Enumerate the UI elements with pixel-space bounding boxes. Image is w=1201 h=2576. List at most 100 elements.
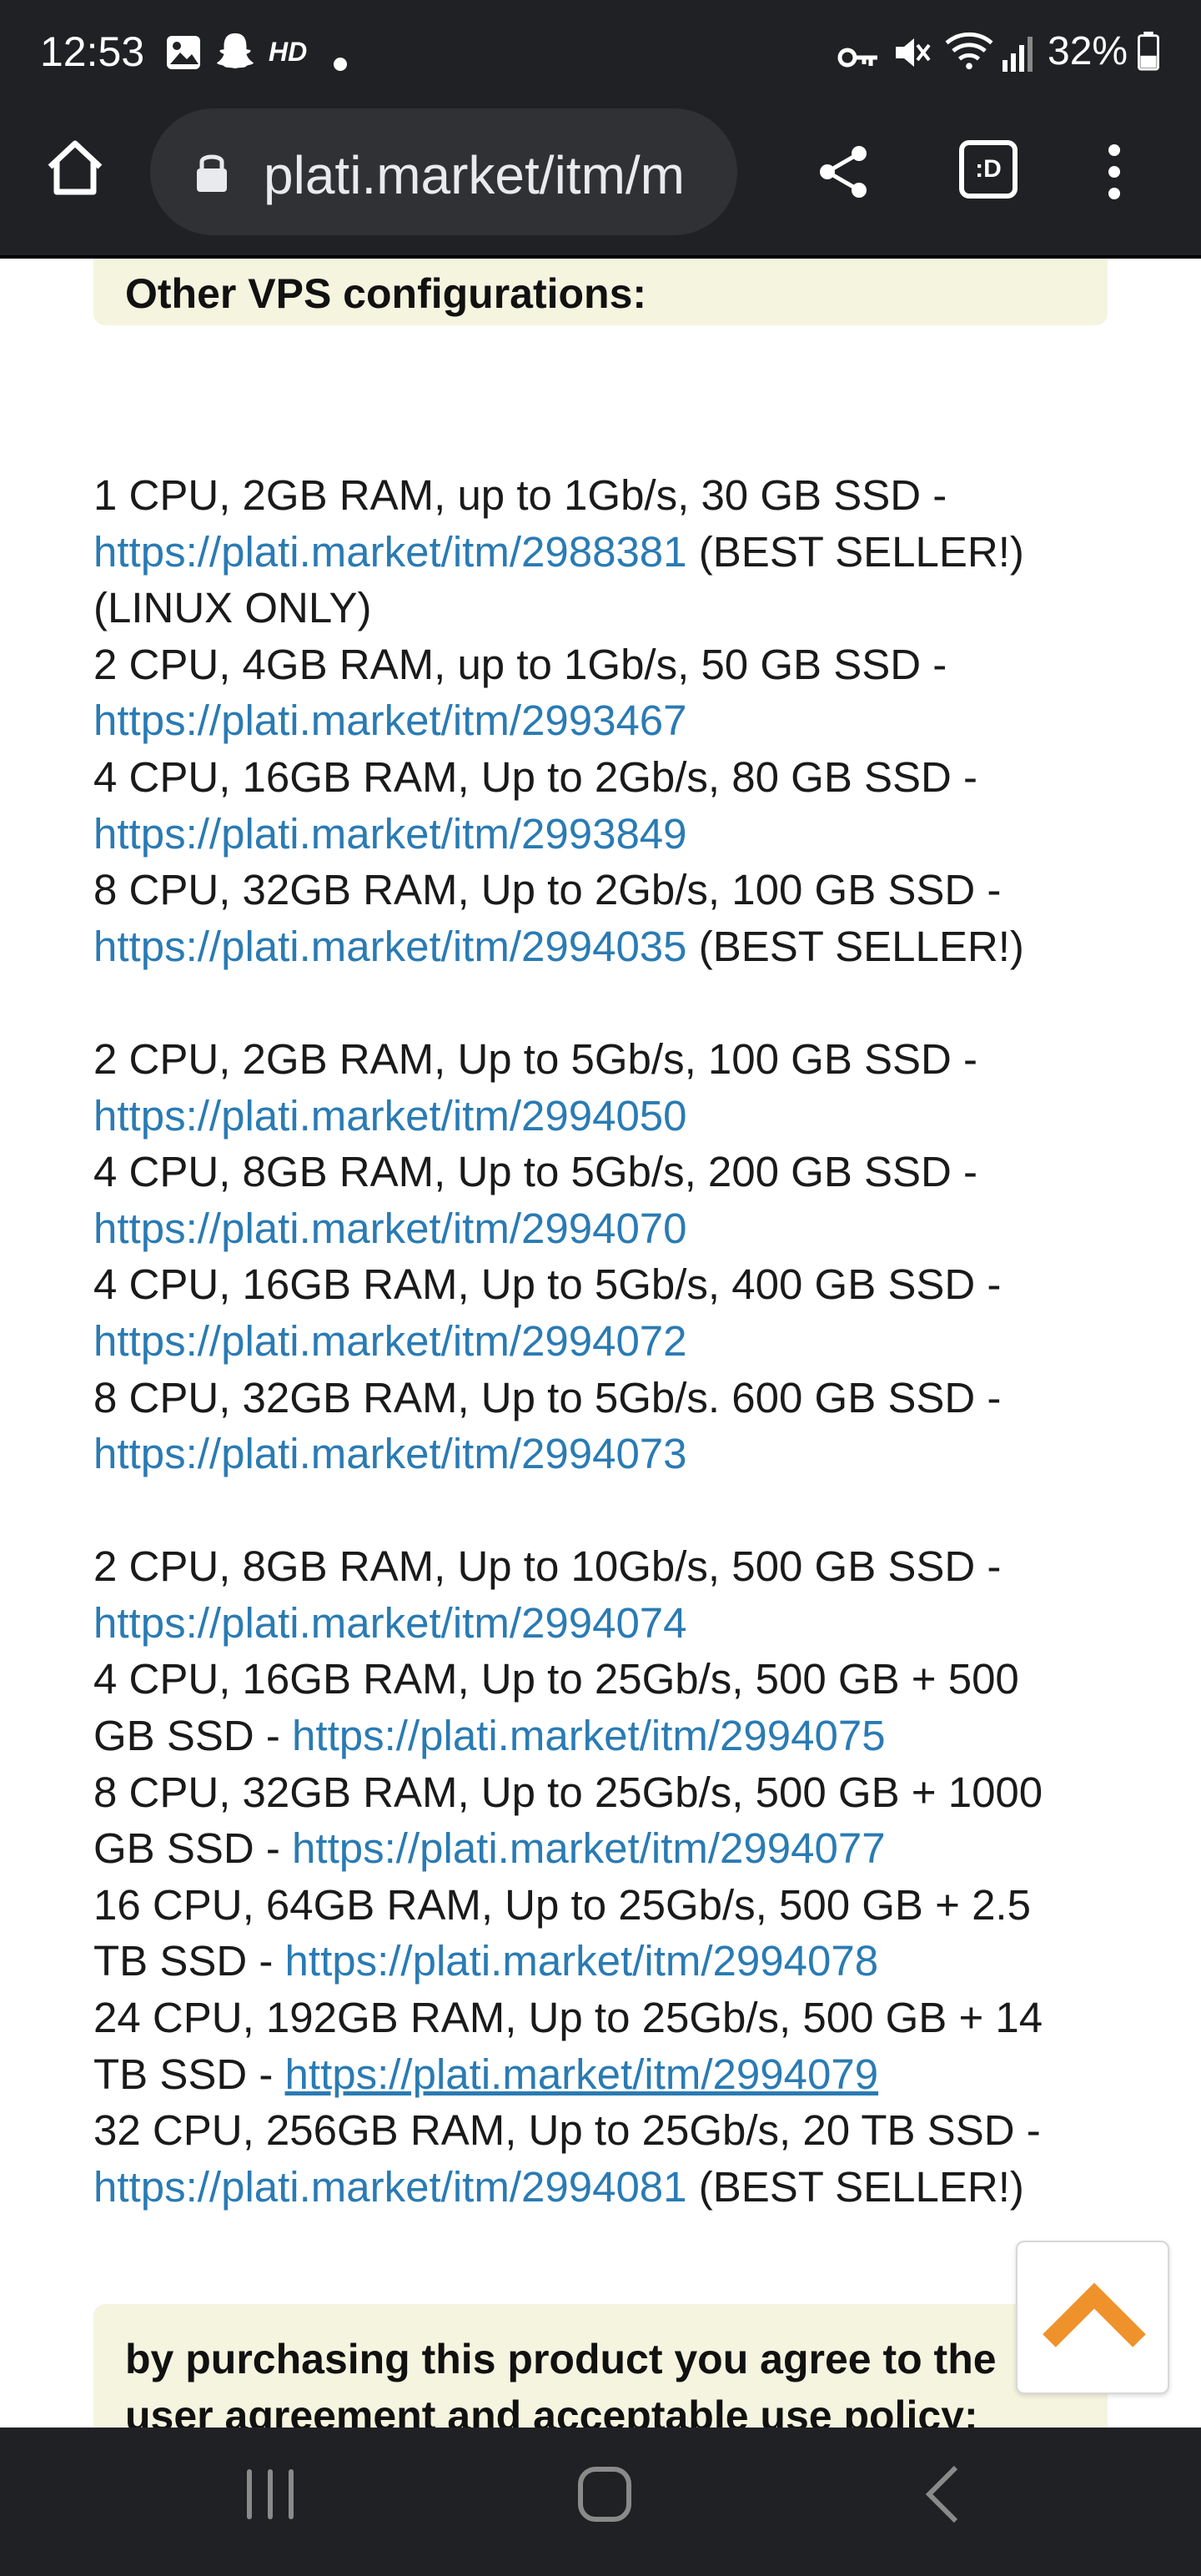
config-link-line: https://plati.market/itm/2994070 — [93, 1200, 1128, 1257]
vpn-key-icon — [837, 48, 877, 68]
product-link[interactable]: https://plati.market/itm/2994074 — [93, 1599, 687, 1647]
scroll-to-top-button[interactable] — [1016, 2241, 1169, 2394]
share-icon[interactable] — [814, 142, 874, 202]
config-spec: 2 CPU, 2GB RAM, Up to 5Gb/s, 100 GB SSD … — [93, 1034, 978, 1083]
gallery-icon — [167, 36, 200, 69]
top-notice-box: Other VPS configurations: — [93, 259, 1108, 325]
config-link-line: https://plati.market/itm/2988381 (BEST S… — [93, 524, 1128, 581]
config-spec: 2 CPU, 8GB RAM, Up to 10Gb/s, 500 GB SSD… — [93, 1542, 1002, 1591]
config-spec-line: 4 CPU, 16GB RAM, Up to 5Gb/s, 400 GB SSD… — [93, 1256, 1128, 1313]
hd-icon: HD — [269, 37, 308, 67]
config-spec-line: 32 CPU, 256GB RAM, Up to 25Gb/s, 20 TB S… — [93, 2102, 1128, 2159]
status-bar: 12:53 HD 32% — [0, 0, 1201, 103]
config-spec: 4 CPU, 16GB RAM, Up to 25Gb/s, 500 GB + … — [93, 1655, 1019, 1703]
product-link[interactable]: https://plati.market/itm/2994073 — [93, 1430, 687, 1477]
overflow-menu-icon[interactable] — [1098, 142, 1131, 202]
agreement-notice-line1: by purchasing this product you agree to … — [125, 2336, 997, 2382]
best-seller-tag: (BEST SELLER!) — [698, 527, 1024, 576]
config-spec-continued: TB SSD - — [93, 2050, 274, 2098]
config-note-line: (LINUX ONLY) — [93, 580, 1128, 636]
product-link[interactable]: https://plati.market/itm/2994035 — [93, 923, 687, 970]
config-link-line: TB SSD - https://plati.market/itm/299407… — [93, 2046, 1128, 2103]
config-spec-line: 8 CPU, 32GB RAM, Up to 5Gb/s. 600 GB SSD… — [93, 1370, 1128, 1426]
config-spec: 8 CPU, 32GB RAM, Up to 2Gb/s, 100 GB SSD… — [93, 866, 1002, 914]
config-spec-line: 2 CPU, 4GB RAM, up to 1Gb/s, 50 GB SSD - — [93, 636, 1128, 693]
lock-icon — [197, 154, 227, 192]
config-spec: 4 CPU, 16GB RAM, Up to 5Gb/s, 400 GB SSD… — [93, 1260, 1002, 1309]
product-link[interactable]: https://plati.market/itm/2994070 — [93, 1205, 687, 1252]
config-spec: 2 CPU, 4GB RAM, up to 1Gb/s, 50 GB SSD - — [93, 640, 947, 688]
tab-switcher-icon[interactable]: :D — [959, 140, 1018, 199]
config-spec: 4 CPU, 8GB RAM, Up to 5Gb/s, 200 GB SSD … — [93, 1148, 978, 1196]
page-content: Other VPS configurations: 1 CPU, 2GB RAM… — [0, 259, 1201, 2428]
product-link[interactable]: https://plati.market/itm/2994079 — [285, 2050, 879, 2098]
config-link-line: https://plati.market/itm/2993467 — [93, 692, 1128, 749]
config-link-line: TB SSD - https://plati.market/itm/299407… — [93, 1933, 1128, 1990]
product-link[interactable]: https://plati.market/itm/2993467 — [93, 697, 687, 744]
wifi-icon — [945, 32, 993, 70]
status-time: 12:53 — [40, 28, 145, 75]
config-spec-line: 1 CPU, 2GB RAM, up to 1Gb/s, 30 GB SSD - — [93, 467, 1128, 524]
config-link-line: https://plati.market/itm/2994081 (BEST S… — [93, 2159, 1128, 2216]
chevron-up-icon — [1043, 2282, 1146, 2347]
product-link[interactable]: https://plati.market/itm/2994072 — [93, 1317, 687, 1365]
signal-icon — [1003, 37, 1033, 72]
config-spec-line: 24 CPU, 192GB RAM, Up to 25Gb/s, 500 GB … — [93, 1990, 1128, 2046]
config-spec-continued: GB SSD - — [93, 1712, 280, 1760]
config-spec-line: 2 CPU, 8GB RAM, Up to 10Gb/s, 500 GB SSD… — [93, 1538, 1128, 1595]
best-seller-tag: (BEST SELLER!) — [698, 2162, 1024, 2211]
config-spec: 4 CPU, 16GB RAM, Up to 2Gb/s, 80 GB SSD … — [93, 752, 978, 801]
top-notice-title: Other VPS configurations: — [125, 270, 647, 317]
config-link-line: https://plati.market/itm/2993849 — [93, 806, 1128, 863]
home-button-icon[interactable] — [575, 2461, 634, 2528]
dot-icon — [334, 58, 347, 71]
bottom-notice-box: by purchasing this product you agree to … — [93, 2304, 1108, 2428]
config-spec: 1 CPU, 2GB RAM, up to 1Gb/s, 30 GB SSD - — [93, 471, 947, 519]
config-spec-line: 4 CPU, 16GB RAM, Up to 2Gb/s, 80 GB SSD … — [93, 749, 1128, 806]
back-icon[interactable] — [917, 2461, 967, 2528]
snapchat-icon — [216, 33, 254, 69]
config-spec: 16 CPU, 64GB RAM, Up to 25Gb/s, 500 GB +… — [93, 1880, 1031, 1929]
config-spec-line: 8 CPU, 32GB RAM, Up to 25Gb/s, 500 GB + … — [93, 1764, 1128, 1821]
url-text: plati.market/itm/m — [264, 145, 685, 205]
battery-icon — [1138, 31, 1159, 71]
config-spec: 8 CPU, 32GB RAM, Up to 5Gb/s. 600 GB SSD… — [93, 1373, 1002, 1421]
product-link[interactable]: https://plati.market/itm/2994078 — [285, 1937, 879, 1985]
config-spec: 32 CPU, 256GB RAM, Up to 25Gb/s, 20 TB S… — [93, 2106, 1041, 2155]
config-spec-line: 4 CPU, 16GB RAM, Up to 25Gb/s, 500 GB + … — [93, 1651, 1128, 1708]
product-link[interactable]: https://plati.market/itm/2994075 — [292, 1712, 886, 1759]
config-spec-line: 2 CPU, 2GB RAM, Up to 5Gb/s, 100 GB SSD … — [93, 1031, 1128, 1088]
config-link-line: https://plati.market/itm/2994035 (BEST S… — [93, 918, 1128, 975]
best-seller-tag: (BEST SELLER!) — [698, 922, 1024, 970]
config-link-line: GB SSD - https://plati.market/itm/299407… — [93, 1708, 1128, 1764]
config-spec-continued: TB SSD - — [93, 1937, 274, 1985]
system-nav-bar — [0, 2428, 1201, 2576]
config-link-line: https://plati.market/itm/2994072 — [93, 1313, 1128, 1370]
config-link-line: https://plati.market/itm/2994074 — [93, 1595, 1128, 1652]
config-spec: 24 CPU, 192GB RAM, Up to 25Gb/s, 500 GB … — [93, 1994, 1043, 2042]
config-spec: 8 CPU, 32GB RAM, Up to 25Gb/s, 500 GB + … — [93, 1768, 1043, 1816]
home-icon[interactable] — [42, 135, 108, 202]
linux-only-note: (LINUX ONLY) — [93, 584, 372, 632]
vps-config-list: 1 CPU, 2GB RAM, up to 1Gb/s, 30 GB SSD -… — [93, 467, 1128, 2215]
config-spec-continued: GB SSD - — [93, 1824, 280, 1873]
product-link[interactable]: https://plati.market/itm/2993849 — [93, 810, 687, 858]
config-link-line: https://plati.market/itm/2994050 — [93, 1088, 1128, 1145]
agreement-notice-line2[interactable]: user agreement and acceptable use policy… — [125, 2387, 978, 2428]
config-spec-line: 4 CPU, 8GB RAM, Up to 5Gb/s, 200 GB SSD … — [93, 1144, 1128, 1200]
tab-switcher-label: :D — [975, 155, 1002, 183]
recent-apps-icon[interactable] — [242, 2461, 300, 2528]
url-bar[interactable]: plati.market/itm/m — [150, 108, 737, 235]
mute-icon — [896, 38, 931, 67]
config-spec-line: 16 CPU, 64GB RAM, Up to 25Gb/s, 500 GB +… — [93, 1877, 1128, 1934]
browser-toolbar: plati.market/itm/m :D — [0, 103, 1201, 259]
config-link-line: GB SSD - https://plati.market/itm/299407… — [93, 1820, 1128, 1877]
product-link[interactable]: https://plati.market/itm/2988381 — [93, 528, 687, 576]
product-link[interactable]: https://plati.market/itm/2994081 — [93, 2163, 687, 2211]
product-link[interactable]: https://plati.market/itm/2994077 — [292, 1824, 886, 1872]
battery-percent: 32% — [1048, 29, 1128, 73]
product-link[interactable]: https://plati.market/itm/2994050 — [93, 1092, 687, 1140]
config-spec-line: 8 CPU, 32GB RAM, Up to 2Gb/s, 100 GB SSD… — [93, 862, 1128, 918]
